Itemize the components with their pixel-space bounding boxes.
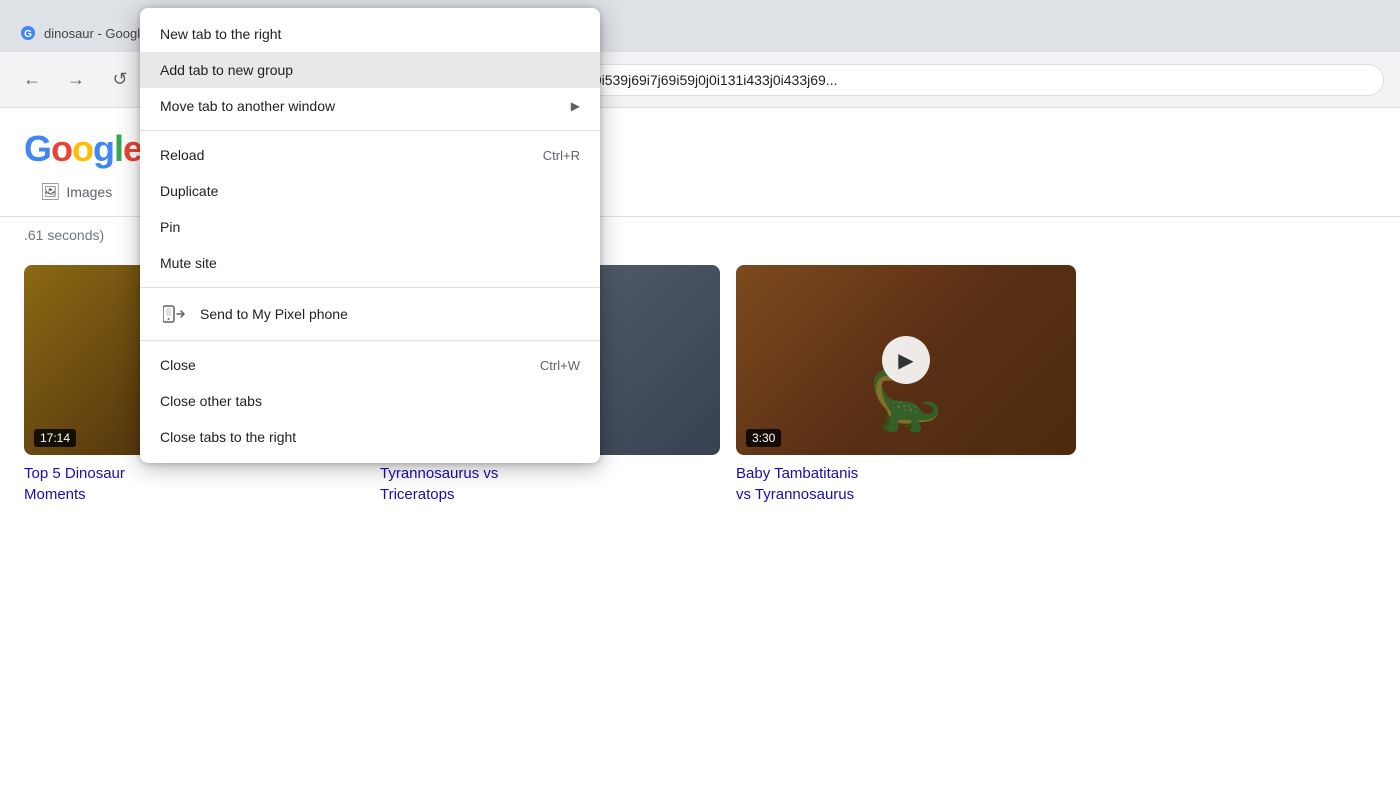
tab-1-favicon: G — [20, 25, 36, 41]
forward-button[interactable]: → — [60, 64, 92, 96]
play-button-3[interactable]: ▶ — [882, 336, 930, 384]
search-tab-images[interactable]: 🖼 Images — [24, 170, 128, 217]
back-button[interactable]: ← — [16, 64, 48, 96]
menu-reload-shortcut: Ctrl+R — [543, 148, 580, 163]
logo-l: l — [114, 128, 123, 169]
menu-pin[interactable]: Pin — [140, 209, 600, 245]
video-thumbnail-3: 🦕 ▶ 3:30 — [736, 265, 1076, 455]
images-icon: 🖼 — [40, 182, 60, 202]
logo-g: G — [24, 128, 51, 169]
context-menu: New tab to the right Add tab to new grou… — [140, 8, 600, 463]
refresh-button[interactable]: ↺ — [104, 64, 136, 96]
svg-text:G: G — [24, 29, 32, 40]
menu-add-tab-group[interactable]: Add tab to new group — [140, 52, 600, 88]
menu-duplicate[interactable]: Duplicate — [140, 173, 600, 209]
menu-divider-2 — [140, 287, 600, 288]
menu-move-tab-window[interactable]: Move tab to another window ▶ — [140, 88, 600, 124]
video-duration-1: 17:14 — [34, 429, 76, 447]
menu-mute-site-label: Mute site — [160, 255, 217, 271]
menu-new-tab-right[interactable]: New tab to the right — [140, 16, 600, 52]
menu-reload[interactable]: Reload Ctrl+R — [140, 137, 600, 173]
menu-close-shortcut: Ctrl+W — [540, 358, 580, 373]
menu-move-tab-window-label: Move tab to another window — [160, 98, 335, 114]
menu-close-label: Close — [160, 357, 196, 373]
video-card-3[interactable]: 🦕 ▶ 3:30 Baby Tambatitanisvs Tyrannosaur… — [736, 265, 1076, 505]
submenu-arrow: ▶ — [571, 99, 580, 113]
search-tab-images-label: Images — [66, 184, 112, 200]
menu-divider-1 — [140, 130, 600, 131]
menu-divider-3 — [140, 340, 600, 341]
menu-send-phone[interactable]: Send to My Pixel phone — [140, 294, 600, 334]
menu-new-tab-right-label: New tab to the right — [160, 26, 281, 42]
google-logo: Google — [24, 128, 142, 170]
menu-mute-site[interactable]: Mute site — [140, 245, 600, 281]
menu-pin-label: Pin — [160, 219, 180, 235]
menu-duplicate-label: Duplicate — [160, 183, 218, 199]
video-duration-3: 3:30 — [746, 429, 781, 447]
logo-o2: o — [72, 128, 93, 169]
video-title-3: Baby Tambatitanisvs Tyrannosaurus — [736, 463, 1076, 505]
logo-g2: g — [93, 128, 114, 169]
menu-send-phone-label: Send to My Pixel phone — [200, 306, 348, 322]
menu-close-other[interactable]: Close other tabs — [140, 383, 600, 419]
menu-reload-label: Reload — [160, 147, 204, 163]
results-time: .61 seconds) — [24, 227, 104, 243]
logo-o1: o — [51, 128, 72, 169]
video-title-1: Top 5 DinosaurMoments — [24, 463, 364, 505]
video-title-2: Tyrannosaurus vsTriceratops — [380, 463, 720, 505]
menu-close[interactable]: Close Ctrl+W — [140, 347, 600, 383]
menu-add-tab-group-label: Add tab to new group — [160, 62, 293, 78]
menu-close-right[interactable]: Close tabs to the right — [140, 419, 600, 455]
send-to-phone-icon — [160, 304, 188, 324]
browser-frame: G dinosaur - Google Search × D Types of … — [0, 0, 1400, 786]
menu-close-other-label: Close other tabs — [160, 393, 262, 409]
menu-close-right-label: Close tabs to the right — [160, 429, 296, 445]
